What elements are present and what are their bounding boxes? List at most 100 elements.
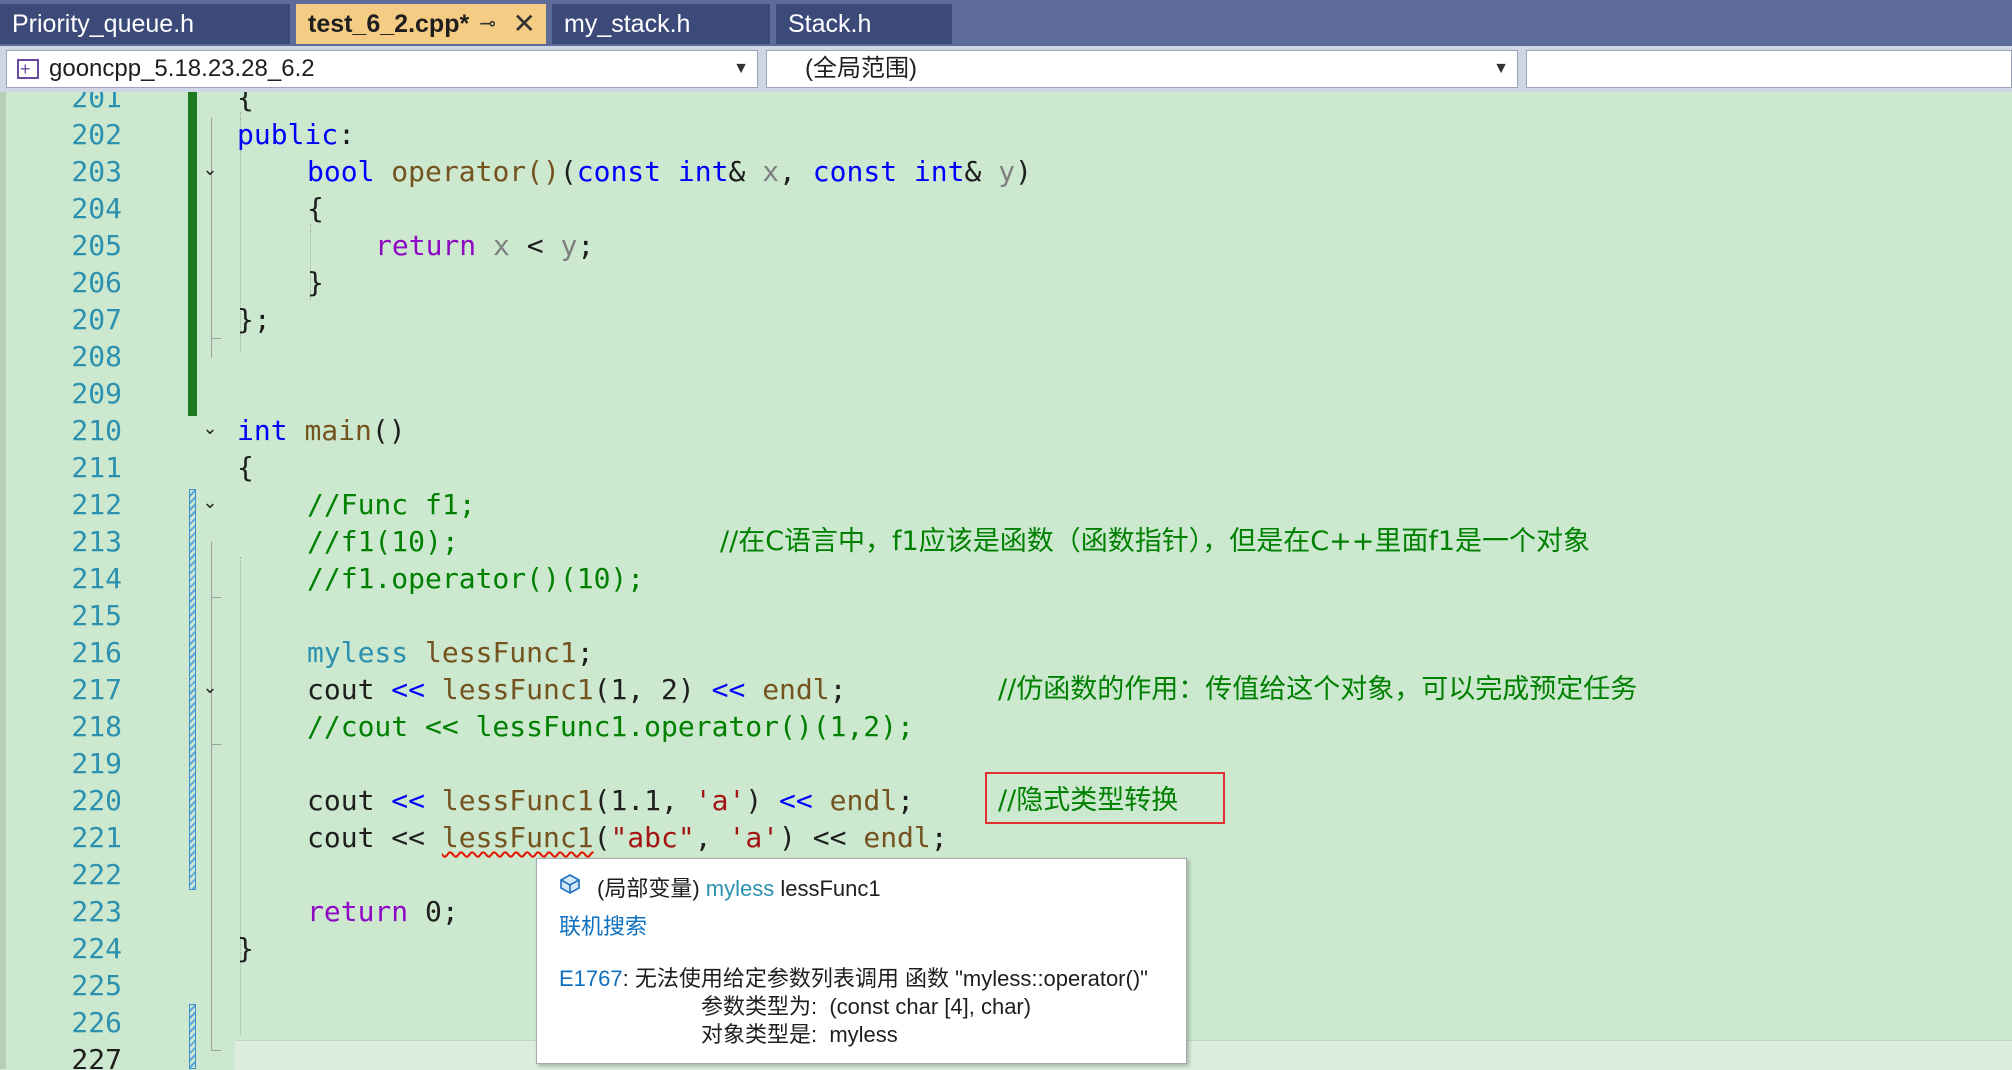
line-number: 205: [71, 229, 122, 262]
tab-stack[interactable]: Stack.h: [776, 4, 952, 44]
line-number: 219: [71, 747, 122, 780]
comment: //仿函数的作用：传值给这个对象，可以完成预定任务: [998, 674, 1638, 705]
comment: //在C语言中，f1应该是函数（函数指针），但是在C++里面f1是一个对象: [720, 526, 1591, 557]
char-literal: 'a': [694, 784, 746, 817]
code-text: cout << lessFunc1(1.1, 'a') << endl;: [307, 782, 914, 819]
keyword-return: return: [307, 895, 409, 928]
identifier: cout: [307, 784, 375, 817]
collapse-icon[interactable]: ⌄: [201, 161, 219, 179]
error-squiggle[interactable]: lessFunc1: [442, 821, 594, 854]
punctuation: ;: [829, 673, 847, 706]
code-line: 217 ⌄ cout << lessFunc1(1, 2) << endl; /…: [0, 671, 2012, 708]
identifier: endl: [762, 673, 830, 706]
variable: lessFunc1: [441, 673, 594, 706]
collapse-icon[interactable]: ⌄: [201, 494, 219, 512]
line-number: 202: [71, 118, 122, 151]
line-number: 225: [71, 969, 122, 1002]
keyword: int: [677, 155, 729, 188]
pin-icon[interactable]: ⊸: [479, 4, 496, 44]
chevron-down-icon[interactable]: ▼: [1493, 51, 1509, 87]
code-line: 218 //cout << lessFunc1.operator()(1,2);: [0, 708, 2012, 745]
project-icon: [17, 51, 39, 87]
operator: <<: [795, 821, 864, 854]
line-number: 220: [71, 784, 122, 817]
operator: <<: [762, 784, 830, 817]
code-text: myless lessFunc1;: [307, 634, 594, 671]
operator: <<: [374, 673, 442, 706]
code-line: 213 //f1(10); //在C语言中，f1应该是函数（函数指针），但是在C…: [0, 523, 2012, 560]
comment: //f1.operator()(10);: [307, 562, 645, 595]
tab-label: Stack.h: [788, 10, 872, 38]
punctuation: ;: [576, 636, 594, 669]
code-line: 209: [0, 375, 2012, 412]
keyword: int: [237, 414, 288, 447]
keyword: bool: [307, 155, 375, 188]
code-line: 210 ⌄ int main(): [0, 412, 2012, 449]
highlight-box: [985, 772, 1225, 824]
code-line: 207 };: [0, 301, 2012, 338]
line-number: 223: [71, 895, 122, 928]
arguments: (1, 2): [593, 673, 695, 706]
tab-test-6-2-cpp[interactable]: test_6_2.cpp* ⊸ ✕: [296, 4, 546, 44]
tooltip-signature: (局部变量) myless lessFunc1: [597, 871, 881, 903]
collapse-icon[interactable]: ⌄: [201, 679, 219, 697]
navigation-bar: gooncpp_5.18.23.28_6.2 ▼ (全局范围) ▼: [0, 46, 2012, 92]
project-name: gooncpp_5.18.23.28_6.2: [49, 55, 315, 82]
code-text: }: [307, 266, 324, 299]
return-value: 0;: [408, 895, 459, 928]
tab-label: my_stack.h: [564, 10, 691, 38]
punctuation: ): [779, 821, 796, 854]
scope-dropdown[interactable]: (全局范围) ▼: [766, 50, 1518, 88]
code-text: }: [237, 932, 254, 965]
chevron-down-icon[interactable]: ▼: [733, 51, 749, 87]
code-line: 204 {: [0, 190, 2012, 227]
tab-label: Priority_queue.h: [12, 10, 195, 38]
close-icon[interactable]: ✕: [513, 4, 536, 44]
project-dropdown[interactable]: gooncpp_5.18.23.28_6.2 ▼: [6, 50, 758, 88]
punctuation: (): [371, 414, 406, 447]
line-number: 211: [71, 451, 122, 484]
line-number: 221: [71, 821, 122, 854]
identifier: cout: [307, 673, 375, 706]
code-line: 202 public:: [0, 116, 2012, 153]
tab-priority-queue[interactable]: Priority_queue.h: [0, 4, 290, 44]
code-line: 215: [0, 597, 2012, 634]
char-literal: 'a': [728, 821, 780, 854]
tab-label: test_6_2.cpp*: [308, 10, 470, 38]
operator: <<: [374, 784, 442, 817]
comment: //Func f1;: [307, 488, 476, 521]
tab-my-stack[interactable]: my_stack.h: [552, 4, 770, 44]
error-code-link[interactable]: E1767: [559, 966, 623, 991]
punctuation: &: [728, 155, 763, 188]
local-variable-icon: [560, 874, 580, 894]
line-number: 216: [71, 636, 122, 669]
code-text: public:: [237, 116, 355, 153]
line-number: 217: [71, 673, 122, 706]
code-text: {: [237, 451, 254, 484]
line-number: 204: [71, 192, 122, 225]
code-line: 221 cout << lessFunc1("abc", 'a') << end…: [0, 819, 2012, 856]
code-line: 211 {: [0, 449, 2012, 486]
function-name: main: [304, 414, 372, 447]
online-search-link[interactable]: 联机搜索: [559, 909, 647, 941]
variable: lessFunc1: [441, 784, 594, 817]
keyword: public: [237, 118, 339, 151]
type-name: myless: [307, 636, 409, 669]
quick-info-tooltip: (局部变量) myless lessFunc1 联机搜索 E1767: 无法使用…: [536, 858, 1187, 1064]
code-text: cout << lessFunc1("abc", 'a') << endl;: [307, 819, 948, 856]
line-number-current: 227: [71, 1043, 122, 1069]
line-number: 218: [71, 710, 122, 743]
punctuation: &: [964, 155, 999, 188]
punctuation: ;: [577, 229, 595, 262]
line-number: 213: [71, 525, 122, 558]
collapse-icon[interactable]: ⌄: [201, 420, 219, 438]
member-dropdown[interactable]: [1526, 50, 2012, 88]
keyword: const: [576, 155, 662, 188]
line-number: 209: [71, 377, 122, 410]
string-literal: "abc": [610, 821, 695, 854]
line-number: 226: [71, 1006, 122, 1039]
line-number: 222: [71, 858, 122, 891]
parameter: y: [560, 229, 578, 262]
type-name[interactable]: myless: [706, 876, 774, 901]
scope-label: (局部变量): [597, 876, 700, 901]
